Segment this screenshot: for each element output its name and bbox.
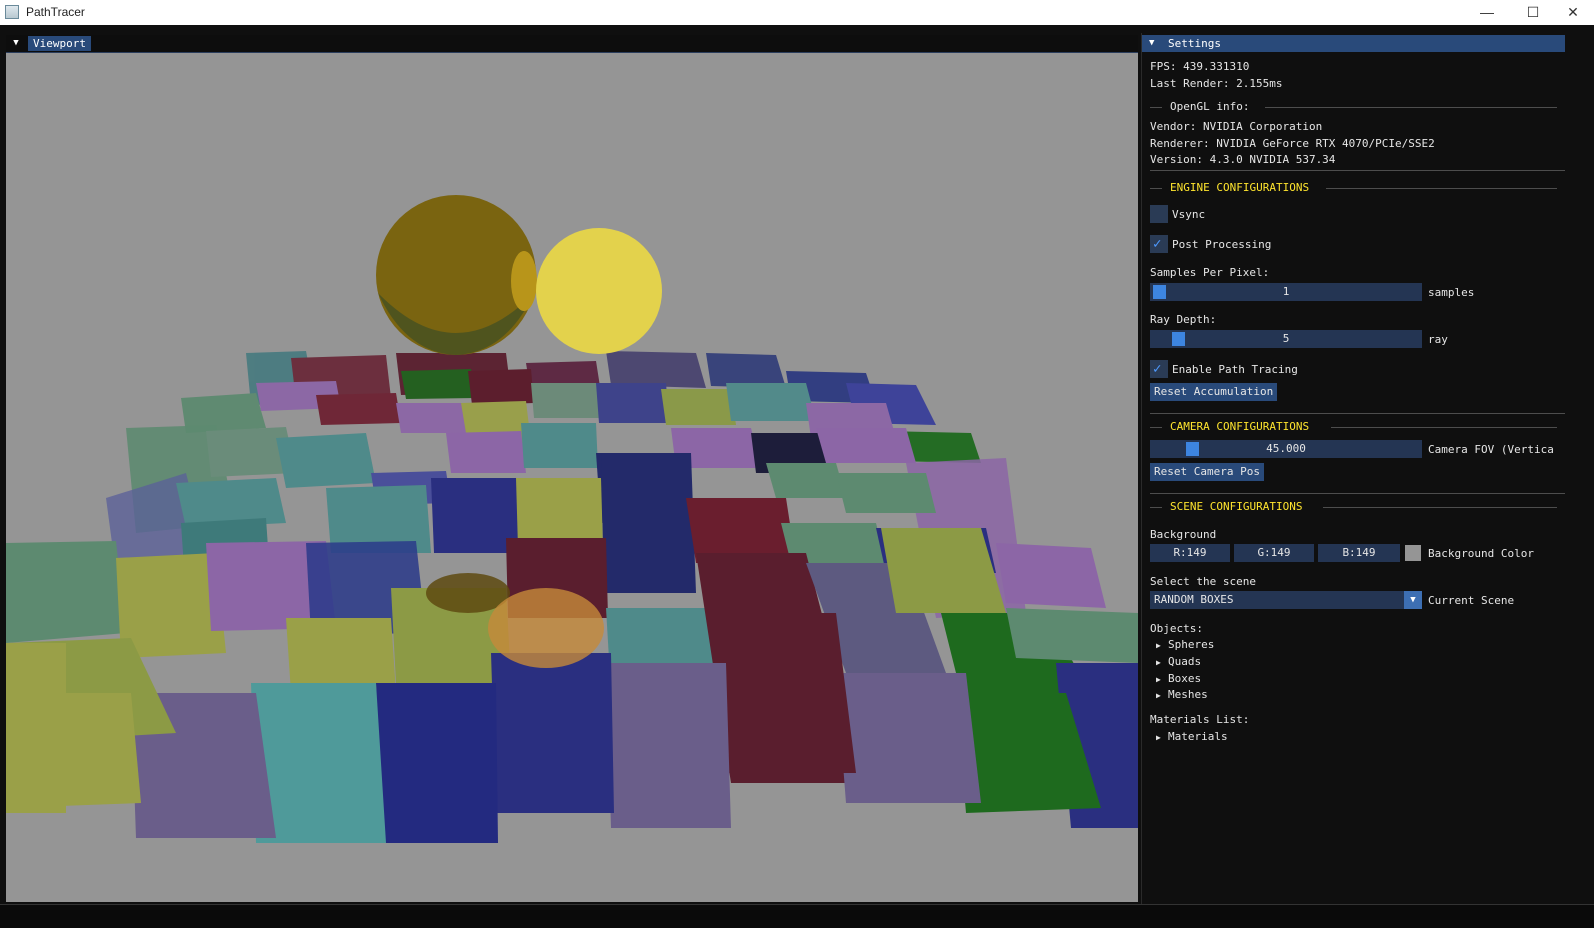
version-info: Version: 4.3.0 NVIDIA 537.34 — [1150, 153, 1336, 166]
background-label: Background — [1150, 528, 1217, 541]
engine-config-separator: ENGINE CONFIGURATIONS — [1150, 182, 1557, 194]
minimize-button[interactable]: — — [1464, 0, 1510, 25]
post-processing-label: Post Processing — [1172, 238, 1272, 251]
select-scene-label: Select the scene — [1150, 575, 1256, 588]
bg-green-input[interactable]: G:149 — [1234, 544, 1314, 562]
scene-select-value: RANDOM BOXES — [1154, 593, 1234, 606]
spp-slider[interactable]: 1 — [1150, 283, 1422, 301]
camera-config-separator: CAMERA CONFIGURATIONS — [1150, 421, 1557, 433]
spp-value: 1 — [1282, 285, 1290, 298]
divider — [1150, 170, 1565, 171]
camera-fov-label: Camera FOV (Vertica — [1428, 443, 1554, 456]
bg-color-swatch[interactable] — [1405, 545, 1421, 561]
ray-depth-value: 5 — [1282, 332, 1290, 345]
tree-node-boxes[interactable]: ▶ Boxes — [1156, 672, 1201, 685]
divider — [1150, 413, 1565, 414]
divider — [1150, 493, 1565, 494]
spp-label: Samples Per Pixel: — [1150, 266, 1270, 279]
vsync-label: Vsync — [1172, 208, 1206, 221]
opengl-info-header: OpenGL info: — [1170, 100, 1250, 113]
expand-arrow-icon: ▶ — [1156, 658, 1161, 667]
expand-arrow-icon: ▶ — [1156, 733, 1161, 742]
fps-readout: FPS: 439.331310 — [1150, 60, 1250, 73]
tree-node-quads[interactable]: ▶ Quads — [1156, 655, 1201, 668]
tab-viewport[interactable]: Viewport — [28, 36, 91, 51]
engine-config-header: ENGINE CONFIGURATIONS — [1170, 181, 1310, 194]
path-tracing-label: Enable Path Tracing — [1172, 363, 1298, 376]
tree-node-materials[interactable]: ▶ Materials — [1156, 730, 1228, 743]
scene-select[interactable]: RANDOM BOXES ▼ — [1150, 591, 1422, 609]
scene-config-header: SCENE CONFIGURATIONS — [1170, 500, 1303, 513]
materials-list-label: Materials List: — [1150, 713, 1250, 726]
settings-header[interactable]: ▼ Settings — [1142, 35, 1565, 52]
status-bar — [0, 904, 1594, 928]
vsync-checkbox[interactable] — [1150, 205, 1168, 223]
opengl-info-separator: OpenGL info: — [1150, 101, 1557, 113]
post-processing-checkbox[interactable]: ✓ — [1150, 235, 1168, 253]
expand-arrow-icon: ▶ — [1156, 691, 1161, 700]
spp-unit: samples — [1428, 286, 1475, 299]
tree-node-meshes[interactable]: ▶ Meshes — [1156, 688, 1208, 701]
bg-red-input[interactable]: R:149 — [1150, 544, 1230, 562]
bg-blue-input[interactable]: B:149 — [1318, 544, 1400, 562]
window-title: PathTracer — [26, 5, 85, 19]
ray-depth-label: Ray Depth: — [1150, 313, 1217, 326]
render-viewport[interactable] — [6, 53, 1138, 902]
rendered-scene-image — [6, 53, 1138, 902]
ray-depth-unit: ray — [1428, 333, 1448, 346]
collapse-arrow-icon[interactable]: ▼ — [1149, 37, 1154, 49]
objects-label: Objects: — [1150, 622, 1203, 635]
ray-depth-slider[interactable]: 5 — [1150, 330, 1422, 348]
chevron-down-icon[interactable]: ▼ — [1404, 591, 1422, 609]
renderer-info: Renderer: NVIDIA GeForce RTX 4070/PCIe/S… — [1150, 137, 1435, 150]
current-scene-label: Current Scene — [1428, 594, 1515, 607]
checkmark-icon: ✓ — [1153, 361, 1162, 377]
last-render-readout: Last Render: 2.155ms — [1150, 77, 1283, 90]
tab-settings[interactable]: Settings — [1168, 36, 1221, 51]
app-icon — [5, 5, 19, 19]
reset-accumulation-button[interactable]: Reset Accumulation — [1150, 383, 1278, 401]
window-titlebar: PathTracer — ☐ ✕ — [0, 0, 1594, 25]
camera-fov-value: 45.000 — [1266, 442, 1306, 455]
vendor-info: Vendor: NVIDIA Corporation — [1150, 120, 1323, 133]
scene-config-separator: SCENE CONFIGURATIONS — [1150, 501, 1557, 513]
bg-color-label: Background Color — [1428, 547, 1534, 560]
camera-config-header: CAMERA CONFIGURATIONS — [1170, 420, 1310, 433]
tree-node-spheres[interactable]: ▶ Spheres — [1156, 638, 1214, 651]
close-button[interactable]: ✕ — [1550, 0, 1594, 25]
checkmark-icon: ✓ — [1153, 236, 1162, 252]
reset-camera-button[interactable]: Reset Camera Pos — [1150, 463, 1264, 481]
camera-fov-slider[interactable]: 45.000 — [1150, 440, 1422, 458]
expand-arrow-icon: ▶ — [1156, 641, 1161, 650]
path-tracing-checkbox[interactable]: ✓ — [1150, 360, 1168, 378]
collapse-arrow-icon[interactable]: ▼ — [10, 37, 22, 49]
expand-arrow-icon: ▶ — [1156, 675, 1161, 684]
settings-panel: ▼ Settings FPS: 439.331310 Last Render: … — [1141, 33, 1565, 904]
viewport-tabbar: ▼ Viewport — [6, 35, 1138, 53]
